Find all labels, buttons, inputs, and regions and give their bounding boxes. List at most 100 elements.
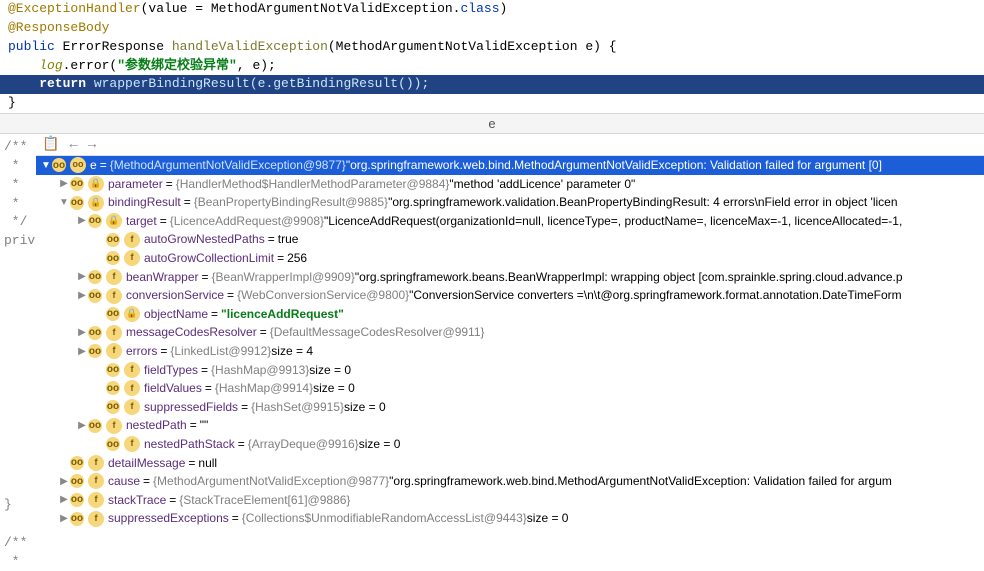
- expand-arrow-icon[interactable]: ▼: [58, 195, 70, 211]
- var-ref: {ArrayDeque@9916}: [248, 435, 359, 454]
- field-icon: f: [106, 288, 122, 304]
- var-ref: {MethodArgumentNotValidException@9877}: [153, 472, 389, 491]
- var-ref: {BeanPropertyBindingResult@9885}: [194, 193, 388, 212]
- field-icon: f: [106, 418, 122, 434]
- tree-row[interactable]: ooffieldValues = {HashMap@9914} size = 0: [36, 379, 984, 398]
- var-ref: {WebConversionService@9800}: [237, 286, 409, 305]
- var-ref: {StackTraceElement[61]@9886}: [179, 491, 350, 510]
- var-value: "org.springframework.web.bind.MethodArgu…: [389, 472, 892, 491]
- field-lock-icon: 🔒: [106, 213, 122, 229]
- tree-row[interactable]: ▶oo🔒target = {LicenceAddRequest@9908} "L…: [36, 212, 984, 231]
- var-ref: {MethodArgumentNotValidException@9877}: [110, 156, 346, 175]
- var-value: "LicenceAddRequest(organizationId=null, …: [324, 212, 902, 231]
- var-name: cause: [108, 472, 140, 491]
- tree-row[interactable]: ▶oofmessageCodesResolver = {DefaultMessa…: [36, 323, 984, 342]
- oo-icon: oo: [106, 363, 120, 377]
- var-value: 256: [287, 249, 307, 268]
- var-name: errors: [126, 342, 157, 361]
- var-name: nestedPathStack: [144, 435, 235, 454]
- field-icon: f: [124, 380, 140, 396]
- code-line: log.error("参数绑定校验异常", e);: [8, 57, 976, 76]
- code-line: @ResponseBody: [8, 19, 976, 38]
- var-name: e: [90, 156, 97, 175]
- expand-arrow-icon[interactable]: ▶: [58, 474, 70, 490]
- tree-row[interactable]: ▶oofconversionService = {WebConversionSe…: [36, 286, 984, 305]
- oo-icon: oo: [106, 233, 120, 247]
- tree-row[interactable]: ▶oofbeanWrapper = {BeanWrapperImpl@9909}…: [36, 268, 984, 287]
- oo-icon: oo: [70, 177, 84, 191]
- field-icon: f: [124, 399, 140, 415]
- variable-header: e: [0, 113, 984, 134]
- var-name: autoGrowNestedPaths: [144, 230, 265, 249]
- expand-arrow-icon[interactable]: ▶: [76, 213, 88, 229]
- var-ref: {HandlerMethod$HandlerMethodParameter@98…: [176, 175, 450, 194]
- code-line: @ExceptionHandler(value = MethodArgument…: [8, 0, 976, 19]
- var-ref: {HashMap@9914}: [215, 379, 313, 398]
- oo-icon: oo: [106, 400, 120, 414]
- field-icon: f: [88, 455, 104, 471]
- var-ref: {Collections$UnmodifiableRandomAccessLis…: [242, 509, 527, 528]
- expand-arrow-icon[interactable]: ▶: [76, 288, 88, 304]
- oo-icon: oo: [106, 437, 120, 451]
- tree-row[interactable]: ▶oofnestedPath = "": [36, 416, 984, 435]
- oo-icon: oo: [70, 474, 84, 488]
- tree-row[interactable]: ▶ooferrors = {LinkedList@9912} size = 4: [36, 342, 984, 361]
- var-value: "org.springframework.beans.BeanWrapperIm…: [355, 268, 903, 287]
- tree-row[interactable]: oofautoGrowCollectionLimit = 256: [36, 249, 984, 268]
- tree-row[interactable]: ooffieldTypes = {HashMap@9913} size = 0: [36, 361, 984, 380]
- var-ref: {HashMap@9913}: [211, 361, 309, 380]
- var-value: size = 0: [359, 435, 401, 454]
- expand-arrow-icon[interactable]: ▼: [40, 158, 52, 174]
- expand-arrow-icon[interactable]: ▶: [76, 344, 88, 360]
- expand-arrow-icon[interactable]: ▶: [76, 325, 88, 341]
- tree-row[interactable]: oo🔒objectName = "licenceAddRequest": [36, 305, 984, 324]
- tree-row[interactable]: oofdetailMessage = null: [36, 454, 984, 473]
- variables-tree[interactable]: ▼ooooe = {MethodArgumentNotValidExceptio…: [36, 156, 984, 553]
- tree-row[interactable]: oofsuppressedFields = {HashSet@9915} siz…: [36, 398, 984, 417]
- var-name: autoGrowCollectionLimit: [144, 249, 274, 268]
- var-name: objectName: [144, 305, 208, 324]
- expand-arrow-icon[interactable]: ▶: [76, 269, 88, 285]
- tree-row[interactable]: ▶oofsuppressedExceptions = {Collections$…: [36, 509, 984, 528]
- oo-icon: oo: [88, 214, 102, 228]
- tree-row[interactable]: ▼ooooe = {MethodArgumentNotValidExceptio…: [36, 156, 984, 175]
- oo-icon: oo: [88, 270, 102, 284]
- field-icon: f: [106, 343, 122, 359]
- code-line: public ErrorResponse handleValidExceptio…: [8, 38, 976, 57]
- clipboard-icon[interactable]: 📋: [42, 136, 59, 153]
- var-ref: {LicenceAddRequest@9908}: [170, 212, 324, 231]
- var-name: conversionService: [126, 286, 224, 305]
- tree-row[interactable]: ▶oofcause = {MethodArgumentNotValidExcep…: [36, 472, 984, 491]
- oo-icon: oo: [88, 289, 102, 303]
- var-name: suppressedExceptions: [108, 509, 229, 528]
- oo-icon: oo: [88, 344, 102, 358]
- tree-row[interactable]: ▼oo🔒bindingResult = {BeanPropertyBinding…: [36, 193, 984, 212]
- oo-icon: oo: [106, 381, 120, 395]
- var-ref: {HashSet@9915}: [251, 398, 344, 417]
- var-name: stackTrace: [108, 491, 166, 510]
- oo-icon: oo: [88, 326, 102, 340]
- var-value: size = 0: [313, 379, 355, 398]
- var-name: target: [126, 212, 157, 231]
- expand-arrow-icon[interactable]: ▶: [58, 511, 70, 527]
- var-value: size = 0: [344, 398, 386, 417]
- field-icon: oo: [70, 157, 86, 173]
- tree-row[interactable]: ▶oofstackTrace = {StackTraceElement[61]@…: [36, 491, 984, 510]
- expand-arrow-icon[interactable]: ▶: [58, 176, 70, 192]
- field-icon: f: [106, 269, 122, 285]
- current-execution-line: return wrapperBindingResult(e.getBinding…: [0, 75, 984, 94]
- forward-icon[interactable]: →: [88, 137, 96, 153]
- expand-arrow-icon[interactable]: ▶: [76, 418, 88, 434]
- tree-row[interactable]: oofautoGrowNestedPaths = true: [36, 230, 984, 249]
- var-value: "org.springframework.web.bind.MethodArgu…: [346, 156, 882, 175]
- tree-row[interactable]: oofnestedPathStack = {ArrayDeque@9916} s…: [36, 435, 984, 454]
- var-value: "method 'addLicence' parameter 0": [449, 175, 635, 194]
- field-lock-icon: 🔒: [124, 306, 140, 322]
- oo-icon: oo: [106, 251, 120, 265]
- expand-arrow-icon[interactable]: ▶: [58, 492, 70, 508]
- debug-toolbar: 📋 ← →: [36, 134, 984, 156]
- oo-icon: oo: [70, 196, 84, 210]
- back-icon[interactable]: ←: [69, 137, 77, 153]
- var-name: fieldTypes: [144, 361, 198, 380]
- tree-row[interactable]: ▶oo🔒parameter = {HandlerMethod$HandlerMe…: [36, 175, 984, 194]
